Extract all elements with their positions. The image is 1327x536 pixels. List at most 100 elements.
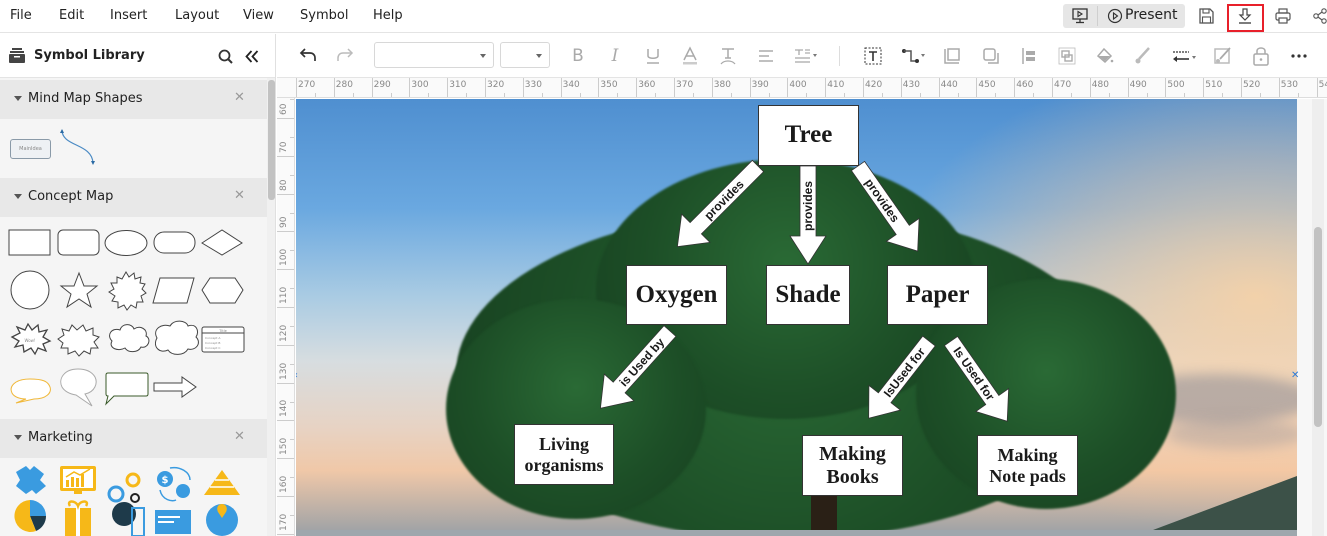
- ruler-minor-tick: [290, 136, 294, 138]
- ruler-label: 350: [600, 80, 618, 90]
- close-section-icon[interactable]: ✕: [234, 90, 245, 105]
- ruler-minor-tick: [881, 93, 883, 97]
- text-box-icon[interactable]: [863, 46, 883, 66]
- ruler-tick: [333, 78, 335, 97]
- fill-color-icon[interactable]: [1095, 46, 1115, 66]
- ruler-tick: [277, 155, 294, 157]
- download-icon[interactable]: [1236, 7, 1254, 25]
- canvas-area: provides provides provides is Used by Is…: [296, 99, 1327, 536]
- redo-icon[interactable]: [336, 47, 354, 63]
- text-style-icon[interactable]: [718, 46, 738, 66]
- node-text: organisms: [524, 454, 604, 475]
- resize-handle-left[interactable]: ‹: [296, 370, 298, 381]
- sidebar-scrollbar-thumb[interactable]: [268, 80, 275, 200]
- close-section-icon[interactable]: ✕: [234, 188, 245, 203]
- arrow-paper-books[interactable]: IsUsed for: [853, 329, 945, 431]
- align-icon[interactable]: [756, 46, 776, 66]
- ruler-tick: [863, 78, 864, 97]
- ruler-tick: [277, 231, 294, 233]
- arrow-oxygen-living[interactable]: is Used by: [586, 318, 685, 422]
- save-icon[interactable]: [1197, 7, 1215, 25]
- line-style-icon[interactable]: [1170, 46, 1200, 66]
- sidebar-scrollbar[interactable]: [267, 78, 275, 536]
- ruler-tick: [277, 307, 294, 308]
- node-making-note-pads[interactable]: Making Note pads: [977, 435, 1078, 496]
- ruler-tick: [296, 78, 297, 97]
- menu-view[interactable]: View: [243, 8, 274, 23]
- arrow-tree-paper[interactable]: provides: [842, 155, 934, 263]
- ruler-minor-tick: [1222, 93, 1224, 97]
- search-icon[interactable]: [218, 49, 233, 64]
- ruler-minor-tick: [290, 477, 294, 479]
- node-shade[interactable]: Shade: [766, 265, 850, 325]
- underline-icon[interactable]: [643, 46, 663, 66]
- align-objects-icon[interactable]: [1019, 46, 1039, 66]
- menu-layout[interactable]: Layout: [175, 8, 219, 23]
- slideshow-icon[interactable]: [1071, 7, 1089, 25]
- ruler-minor-tick: [806, 93, 808, 97]
- lock-icon[interactable]: [1251, 45, 1271, 67]
- group-icon[interactable]: [1057, 46, 1077, 66]
- section-mind-map-shapes[interactable]: Mind Map Shapes ✕: [0, 80, 267, 119]
- more-options-icon[interactable]: [1289, 46, 1309, 66]
- arrow-paper-notepads[interactable]: Is Used for: [935, 330, 1024, 433]
- undo-icon[interactable]: [299, 47, 317, 63]
- node-tree[interactable]: Tree: [758, 105, 859, 166]
- shape-curved-connector[interactable]: [58, 127, 98, 167]
- ruler-minor-tick: [1184, 93, 1186, 97]
- ruler-minor-tick: [1108, 93, 1110, 97]
- menu-edit[interactable]: Edit: [59, 8, 84, 23]
- section-label: Concept Map: [28, 189, 114, 204]
- arrow-tree-oxygen[interactable]: provides: [663, 152, 772, 261]
- ruler-tick: [409, 78, 411, 97]
- node-oxygen[interactable]: Oxygen: [626, 265, 727, 325]
- section-concept-map[interactable]: Concept Map ✕: [0, 178, 267, 217]
- ruler-label: 160: [279, 475, 289, 493]
- resize-handle-right[interactable]: ✕: [1291, 370, 1299, 381]
- shape-rectangle: [8, 229, 51, 256]
- send-to-back-icon[interactable]: [981, 46, 1001, 66]
- menu-file[interactable]: File: [10, 8, 32, 23]
- image-style-icon[interactable]: [1212, 46, 1232, 66]
- ruler-label: 440: [940, 80, 958, 90]
- ruler-tick: [1014, 78, 1016, 97]
- shape-main-idea[interactable]: MainIdea: [10, 139, 51, 159]
- ruler-tick: [277, 193, 294, 195]
- font-color-icon[interactable]: [680, 46, 700, 66]
- ruler-minor-tick: [617, 93, 619, 97]
- canvas-scrollbar-thumb[interactable]: [1314, 227, 1322, 427]
- canvas-scrollbar[interactable]: [1312, 99, 1324, 536]
- shape-burst: [108, 271, 147, 311]
- menu-insert[interactable]: Insert: [110, 8, 147, 23]
- arrow-tree-shade[interactable]: provides: [789, 165, 827, 265]
- ruler-label: 450: [978, 80, 996, 90]
- ruler-label: 80: [279, 179, 289, 191]
- close-section-icon[interactable]: ✕: [234, 429, 245, 444]
- connector-icon[interactable]: [901, 46, 929, 66]
- shape-puzzle: [16, 466, 46, 494]
- bring-to-front-icon[interactable]: [943, 46, 963, 66]
- line-color-icon[interactable]: [1133, 46, 1153, 66]
- print-icon[interactable]: [1274, 7, 1292, 25]
- menu-symbol[interactable]: Symbol: [300, 8, 348, 23]
- font-family-select[interactable]: [374, 42, 494, 68]
- line-spacing-icon[interactable]: [793, 46, 821, 66]
- node-making-books[interactable]: Making Books: [802, 435, 903, 496]
- ruler-tick: [522, 78, 524, 97]
- symbol-library-panel: Symbol Library Mind Map Shapes ✕ MainIde…: [0, 34, 276, 536]
- diagram-page[interactable]: provides provides provides is Used by Is…: [296, 99, 1297, 536]
- marketing-shapes: $: [14, 466, 240, 536]
- italic-icon[interactable]: I: [605, 46, 625, 66]
- present-button[interactable]: Present: [1098, 4, 1185, 28]
- bold-icon[interactable]: B: [568, 46, 588, 66]
- collapse-panel-icon[interactable]: [245, 50, 259, 63]
- ruler-minor-tick: [428, 93, 430, 97]
- share-icon[interactable]: [1312, 7, 1327, 25]
- node-living-organisms[interactable]: Living organisms: [514, 424, 614, 485]
- menu-bar: File Edit Insert Layout View Symbol Help…: [0, 0, 1327, 33]
- menu-help[interactable]: Help: [373, 8, 403, 23]
- shape-world-map-pin: [206, 504, 238, 536]
- node-paper[interactable]: Paper: [887, 265, 988, 325]
- font-size-select[interactable]: [500, 42, 550, 68]
- section-marketing[interactable]: Marketing ✕: [0, 419, 267, 458]
